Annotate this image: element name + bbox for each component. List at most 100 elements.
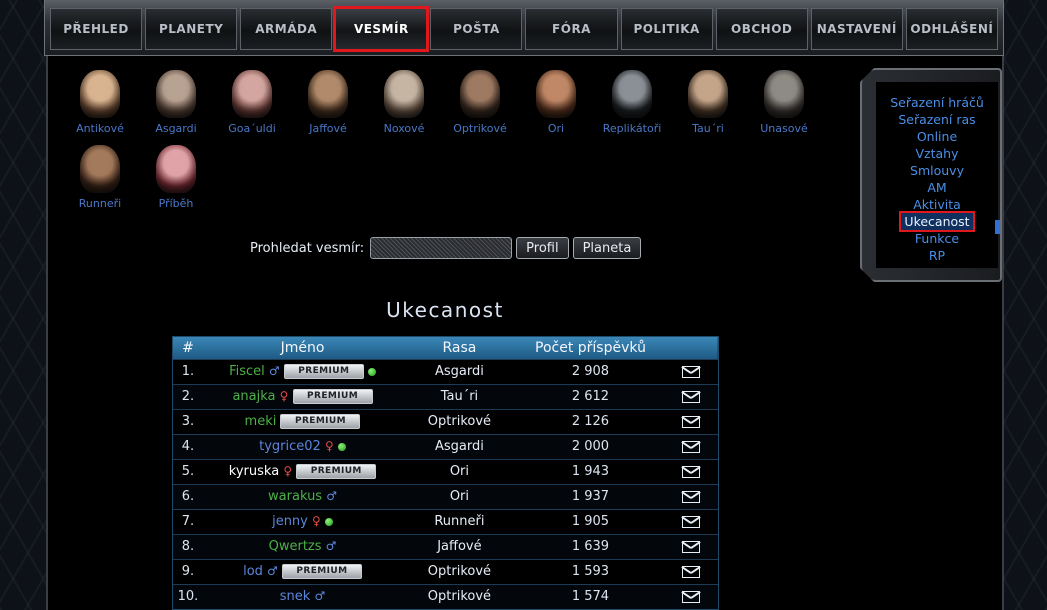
race-cell: Ori <box>449 489 470 504</box>
race-cell: Tau´ri <box>440 389 479 404</box>
mail-icon[interactable] <box>682 490 701 503</box>
race-item-pribeh[interactable]: Příběh <box>138 145 214 220</box>
nav-tab-posta[interactable]: POŠTA <box>430 8 523 50</box>
nav-tab-vesmir[interactable]: VESMÍR <box>333 6 430 52</box>
female-icon: ♀ <box>283 464 293 478</box>
player-name-link[interactable]: Qwertzs <box>269 539 322 554</box>
mail-icon[interactable] <box>682 565 701 578</box>
race-item-optrikove[interactable]: Optrikové <box>442 70 518 145</box>
ranking-table: # Jméno Rasa Počet příspěvků 1. Fiscel ♂ … <box>172 336 719 610</box>
nav-tab-armada[interactable]: ARMÁDA <box>240 8 333 50</box>
posts-cell: 1 593 <box>571 564 610 579</box>
mail-icon[interactable] <box>682 440 701 453</box>
race-item-jaffove[interactable]: Jaffové <box>290 70 366 145</box>
race-portrait <box>384 70 424 118</box>
race-item-antikove[interactable]: Antikové <box>62 70 138 145</box>
race-item-ori[interactable]: Ori <box>518 70 594 145</box>
player-name-link[interactable]: lod <box>243 564 263 579</box>
player-name-link[interactable]: snek <box>280 589 311 604</box>
race-item-goauldi[interactable]: Goa´uldi <box>214 70 290 145</box>
online-status-icon <box>337 442 346 451</box>
race-cell: Optrikové <box>427 414 492 429</box>
table-row: 7. jenny ♀ Runneři 1 905 <box>173 509 718 534</box>
side-menu-item-am[interactable]: AM <box>927 179 946 196</box>
side-menu-item-ukecanost[interactable]: Ukecanost <box>899 211 975 232</box>
name-cell: snek ♂ <box>203 584 402 609</box>
male-icon: ♂ <box>325 539 337 553</box>
race-label: Optrikové <box>453 122 507 135</box>
mail-icon[interactable] <box>682 415 701 428</box>
premium-badge: PREMIUM <box>281 564 362 579</box>
name-cell: kyruska ♀ PREMIUM <box>203 459 402 484</box>
side-menu-item-serazeni-hracu[interactable]: Seřazení hráčů <box>890 94 984 111</box>
player-name-link[interactable]: warakus <box>268 489 322 504</box>
mail-icon[interactable] <box>682 515 701 528</box>
race-item-replikatori[interactable]: Replikátoři <box>594 70 670 145</box>
player-name-link[interactable]: meki <box>245 414 277 429</box>
race-portrait <box>536 70 576 118</box>
race-portrait <box>764 70 804 118</box>
mail-cell <box>664 409 718 434</box>
race-cell: Asgardi <box>434 439 484 454</box>
posts-cell: 2 000 <box>571 439 610 454</box>
side-menu-item-serazeni-ras[interactable]: Seřazení ras <box>898 111 975 128</box>
posts-cell: 1 574 <box>571 589 610 605</box>
female-icon: ♀ <box>279 389 289 403</box>
nav-tab-politika[interactable]: POLITIKA <box>620 8 713 50</box>
nav-tab-odhlaseni[interactable]: ODHLÁŠENÍ <box>905 8 998 50</box>
male-icon: ♂ <box>314 589 326 604</box>
nav-tab-planety[interactable]: PLANETY <box>145 8 238 50</box>
mail-icon[interactable] <box>682 365 701 378</box>
player-name-link[interactable]: kyruska <box>229 464 279 479</box>
side-menu-item-rp[interactable]: RP <box>929 247 945 264</box>
mail-cell <box>664 484 718 509</box>
side-menu-item-vztahy[interactable]: Vztahy <box>916 145 959 162</box>
profile-button[interactable]: Profil <box>516 237 569 259</box>
race-label: Antikové <box>76 122 124 135</box>
race-item-asgardi[interactable]: Asgardi <box>138 70 214 145</box>
player-name-link[interactable]: Fiscel <box>229 364 265 379</box>
mail-icon[interactable] <box>682 390 701 403</box>
planet-button[interactable]: Planeta <box>572 237 642 259</box>
nav-tab-obchod[interactable]: OBCHOD <box>715 8 808 50</box>
side-menu-item-funkce[interactable]: Funkce <box>915 230 959 247</box>
search-input[interactable] <box>370 237 513 259</box>
universe-search: Prohledat vesmír: Profil Planeta <box>250 237 642 259</box>
table-row: 5. kyruska ♀ PREMIUM Ori 1 943 <box>173 459 718 484</box>
table-row: 10. snek ♂ Optrikové 1 574 <box>173 584 718 609</box>
race-item-unasove[interactable]: Unasové <box>746 70 822 145</box>
mail-icon[interactable] <box>682 540 701 553</box>
nav-tab-nastaveni[interactable]: NASTAVENÍ <box>810 8 903 50</box>
posts-cell: 1 905 <box>571 514 610 529</box>
nav-tab-prehled[interactable]: PŘEHLED <box>50 8 143 50</box>
race-portrait <box>308 70 348 118</box>
side-menu-item-smlouvy[interactable]: Smlouvy <box>910 162 964 179</box>
main-panel: Antikové Asgardi Goa´uldi Jaffové Noxové Optr… <box>46 56 1004 610</box>
mail-cell <box>664 434 718 459</box>
player-name-link[interactable]: tygrice02 <box>259 439 321 454</box>
race-cell: Asgardi <box>434 364 484 379</box>
race-item-tauri[interactable]: Tau´ri <box>670 70 746 145</box>
race-label: Příběh <box>158 197 194 210</box>
side-menu-item-online[interactable]: Online <box>917 128 957 145</box>
nav-tab-fora[interactable]: FÓRA <box>525 8 618 50</box>
mail-icon[interactable] <box>682 465 701 478</box>
side-menu-scrollbar[interactable] <box>995 220 1000 234</box>
race-portrait <box>460 70 500 118</box>
race-label: Jaffové <box>309 122 347 135</box>
player-name-link[interactable]: anajka <box>232 389 275 404</box>
online-status-icon <box>367 367 376 376</box>
race-item-runneri[interactable]: Runneři <box>62 145 138 220</box>
race-label: Asgardi <box>155 122 197 135</box>
race-item-noxove[interactable]: Noxové <box>366 70 442 145</box>
side-menu-item-aktivita[interactable]: Aktivita <box>913 196 961 213</box>
rank-cell: 4. <box>181 439 195 454</box>
male-icon: ♂ <box>268 364 280 378</box>
race-cell: Runneři <box>434 514 485 529</box>
race-portrait <box>612 70 652 118</box>
premium-badge: PREMIUM <box>296 464 377 479</box>
main-navigation: PŘEHLED PLANETY ARMÁDA VESMÍR POŠTA FÓRA POLIT… <box>50 6 998 52</box>
rank-cell: 10. <box>177 589 199 605</box>
player-name-link[interactable]: jenny <box>272 514 308 529</box>
mail-icon[interactable] <box>682 590 701 603</box>
